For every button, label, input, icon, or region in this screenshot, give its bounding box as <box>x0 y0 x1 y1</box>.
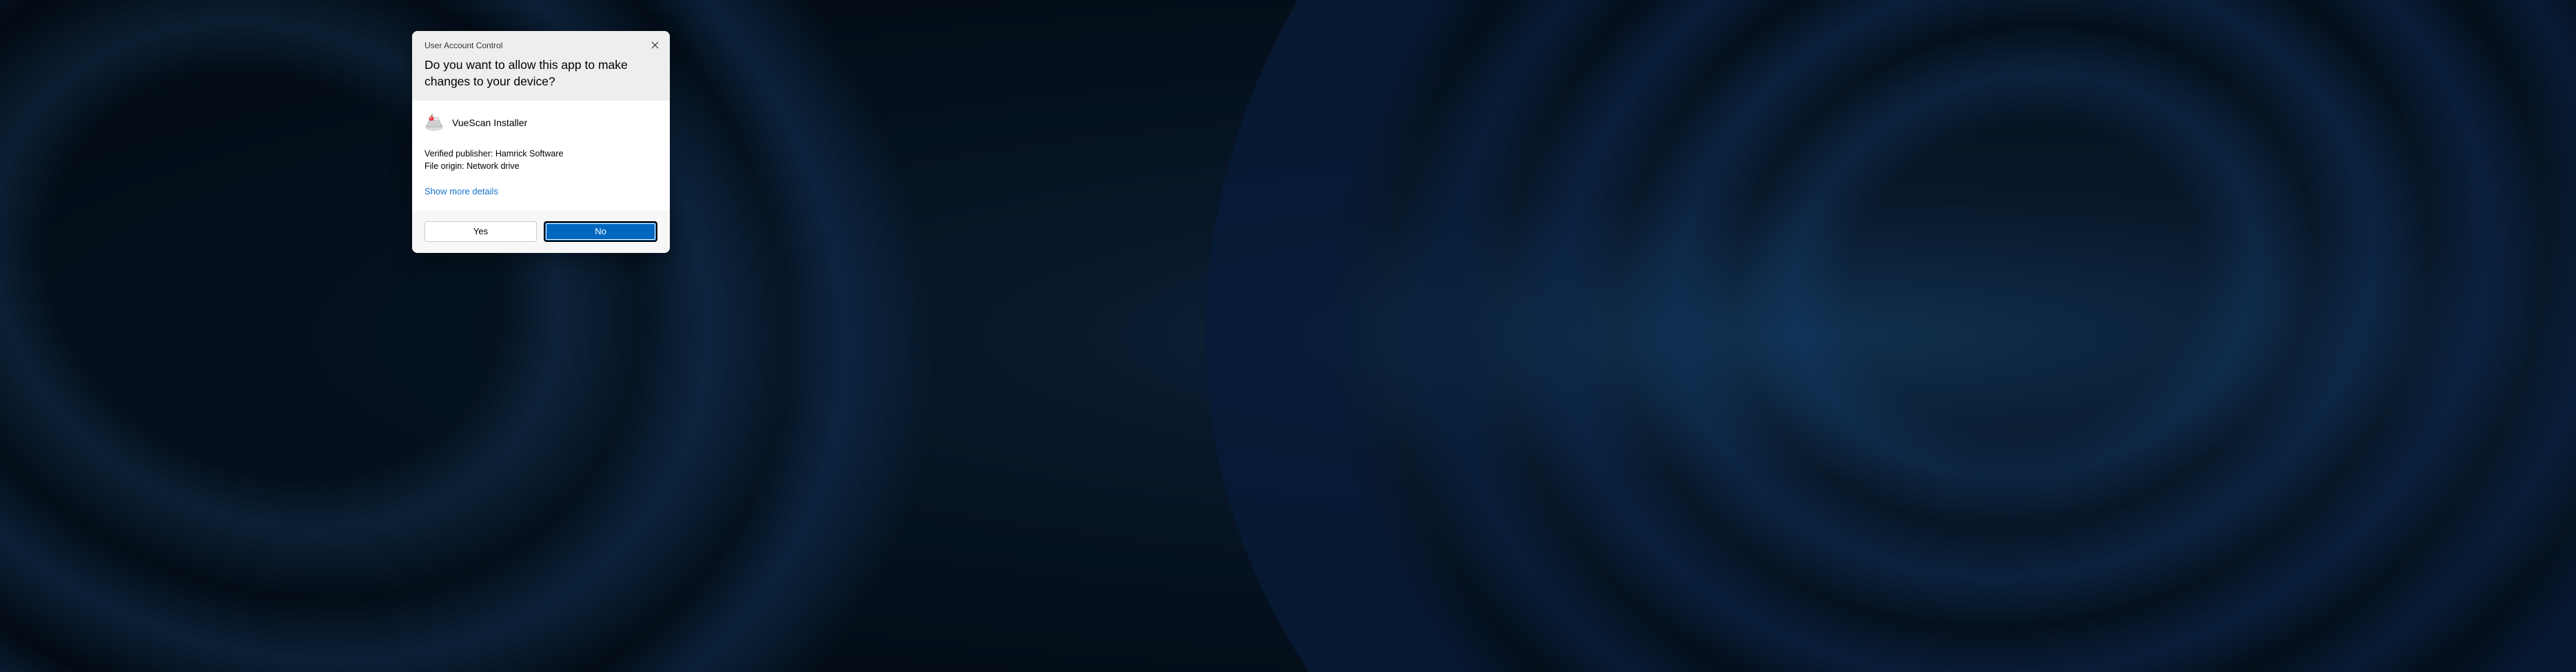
uac-dialog: User Account Control Do you want to allo… <box>412 31 670 253</box>
dialog-footer: Yes No <box>412 210 670 253</box>
dialog-question: Do you want to allow this app to make ch… <box>425 57 657 90</box>
uac-dimming-overlay <box>0 0 2576 672</box>
app-icon <box>425 113 444 132</box>
dialog-title: User Account Control <box>425 41 657 50</box>
origin-line: File origin: Network drive <box>425 160 657 172</box>
dialog-header: User Account Control Do you want to allo… <box>412 31 670 101</box>
close-button[interactable] <box>648 38 662 52</box>
app-info-row: VueScan Installer <box>425 113 657 132</box>
close-icon <box>651 41 659 49</box>
yes-button[interactable]: Yes <box>425 221 537 242</box>
show-details-link[interactable]: Show more details <box>425 186 498 196</box>
dialog-body: VueScan Installer Verified publisher: Ha… <box>412 101 670 210</box>
publisher-line: Verified publisher: Hamrick Software <box>425 147 657 160</box>
no-button[interactable]: No <box>544 221 657 242</box>
app-name: VueScan Installer <box>452 117 527 128</box>
publisher-info: Verified publisher: Hamrick Software Fil… <box>425 147 657 172</box>
